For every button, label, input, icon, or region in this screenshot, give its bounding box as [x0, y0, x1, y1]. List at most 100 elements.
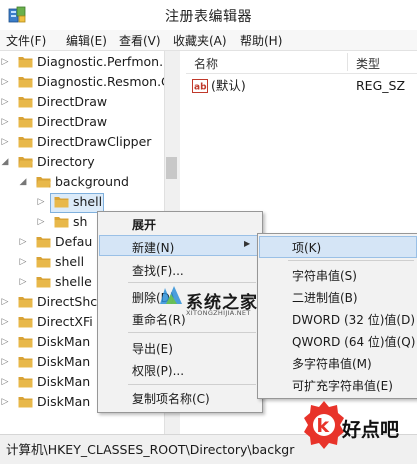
menu-item-new[interactable]: 新建(N)	[132, 239, 174, 256]
folder-icon	[36, 257, 51, 268]
tree-item-label: DirectXFi	[37, 314, 93, 329]
tree-item-label: shell	[73, 194, 103, 209]
collapsed-chevron-icon[interactable]: ▷	[0, 292, 10, 312]
menu-bar: 文件(F) 编辑(E) 查看(V) 收藏夹(A) 帮助(H)	[0, 30, 417, 51]
tree-item-label: shelle	[55, 274, 92, 289]
folder-icon	[36, 277, 51, 288]
menu-item-permissions[interactable]: 权限(P)...	[132, 362, 184, 379]
expanded-chevron-icon[interactable]: ◢	[0, 152, 10, 172]
tree-item-label: sh	[73, 214, 88, 229]
tree-item-label: DiskMan	[37, 334, 91, 349]
folder-icon	[18, 77, 33, 88]
expanded-chevron-icon[interactable]: ◢	[18, 172, 28, 192]
collapsed-chevron-icon[interactable]: ▷	[0, 372, 10, 392]
tree-scrollbar-thumb[interactable]	[166, 157, 177, 179]
submenu-item-dword[interactable]: DWORD (32 位)值(D)	[292, 311, 415, 328]
site-logo-text: 好点吧	[342, 419, 400, 441]
tree-item[interactable]: ▷ Diagnostic.Resmon.C	[2, 72, 179, 92]
folder-icon	[54, 217, 69, 228]
folder-icon	[18, 377, 33, 388]
menu-item-rename[interactable]: 重命名(R)	[132, 311, 186, 328]
submenu-item-string[interactable]: 字符串值(S)	[292, 267, 357, 284]
tree-item[interactable]: ◢ Directory	[2, 152, 179, 172]
menu-item-find[interactable]: 查找(F)...	[132, 262, 184, 279]
tree-item-label: DiskMan	[37, 374, 91, 389]
collapsed-chevron-icon[interactable]: ▷	[0, 112, 10, 132]
menu-separator	[128, 332, 256, 333]
collapsed-chevron-icon[interactable]: ▷	[36, 212, 46, 232]
folder-icon	[18, 137, 33, 148]
collapsed-chevron-icon[interactable]: ▷	[0, 392, 10, 412]
menu-file[interactable]: 文件(F)	[6, 32, 46, 49]
collapsed-chevron-icon[interactable]: ▷	[0, 132, 10, 152]
status-path: 计算机\HKEY_CLASSES_ROOT\Directory\backgr	[6, 442, 295, 457]
submenu-highlight	[259, 236, 417, 258]
menu-separator	[288, 260, 414, 261]
collapsed-chevron-icon[interactable]: ▷	[18, 252, 28, 272]
menu-item-export[interactable]: 导出(E)	[132, 340, 173, 357]
menu-help[interactable]: 帮助(H)	[240, 32, 282, 49]
gear-logo-icon: k	[304, 401, 344, 449]
collapsed-chevron-icon[interactable]: ▷	[18, 232, 28, 252]
menu-separator	[128, 384, 256, 385]
tree-item-label: DirectDrawClipper	[37, 134, 152, 149]
tree-item-label: DirectDraw	[37, 114, 108, 129]
tree-item-label: background	[55, 174, 129, 189]
collapsed-chevron-icon[interactable]: ▷	[0, 92, 10, 112]
tree-item[interactable]: ▷ DirectDraw	[2, 112, 179, 132]
window-title: 注册表编辑器	[165, 9, 252, 25]
menu-edit[interactable]: 编辑(E)	[66, 32, 107, 49]
list-header: 名称 类型	[186, 51, 417, 74]
tree-item-label: shell	[55, 254, 85, 269]
column-type-header[interactable]: 类型	[356, 55, 380, 72]
collapsed-chevron-icon[interactable]: ▷	[36, 192, 46, 212]
open-folder-icon	[18, 157, 33, 168]
collapsed-chevron-icon[interactable]: ▷	[0, 52, 10, 72]
value-type: REG_SZ	[356, 78, 406, 93]
value-name: (默认)	[211, 78, 246, 93]
tree-item-label: DiskMan	[37, 354, 91, 369]
folder-icon	[18, 397, 33, 408]
folder-icon	[18, 297, 33, 308]
menu-item-expand[interactable]: 展开	[132, 216, 156, 233]
folder-icon	[18, 317, 33, 328]
submenu-item-binary[interactable]: 二进制值(B)	[292, 289, 358, 306]
tree-item-label: Diagnostic.Perfmon.	[37, 54, 164, 69]
collapsed-chevron-icon[interactable]: ▷	[0, 352, 10, 372]
svg-text:ab: ab	[194, 83, 207, 93]
tree-item[interactable]: ▷ DirectDrawClipper	[2, 132, 179, 152]
open-folder-icon	[36, 177, 51, 188]
list-item[interactable]: ab (默认) REG_SZ	[192, 76, 417, 96]
tree-item-label: DirectShc	[37, 294, 98, 309]
collapsed-chevron-icon[interactable]: ▷	[0, 312, 10, 332]
tree-item[interactable]: ▷ DirectDraw	[2, 92, 179, 112]
tree-item-label: DirectDraw	[37, 94, 108, 109]
folder-icon	[18, 97, 33, 108]
tree-item[interactable]: ◢ background	[20, 172, 179, 192]
submenu-item-key[interactable]: 项(K)	[292, 239, 321, 256]
submenu-item-expandable-string[interactable]: 可扩充字符串值(E)	[292, 377, 393, 394]
column-name-header[interactable]: 名称	[194, 55, 218, 72]
tree-item-label: Diagnostic.Resmon.C	[37, 74, 170, 89]
tree-item-label: Defau	[55, 234, 93, 249]
submenu-item-qword[interactable]: QWORD (64 位)值(Q)	[292, 333, 415, 350]
watermark-url: XITONGZHIJIA.NET	[186, 309, 251, 317]
svg-text:k: k	[317, 415, 330, 437]
collapsed-chevron-icon[interactable]: ▷	[0, 332, 10, 352]
tree-item-label: Directory	[37, 154, 95, 169]
folder-icon	[18, 337, 33, 348]
tree-item[interactable]: ▷ shell	[38, 192, 179, 213]
submenu-item-multi-string[interactable]: 多字符串值(M)	[292, 355, 372, 372]
menu-favorites[interactable]: 收藏夹(A)	[173, 32, 227, 49]
tree-item-label: DiskMan	[37, 394, 91, 409]
menu-view[interactable]: 查看(V)	[119, 32, 161, 49]
menu-separator	[128, 282, 256, 283]
folder-icon	[18, 117, 33, 128]
collapsed-chevron-icon[interactable]: ▷	[0, 72, 10, 92]
tree-item[interactable]: ▷ Diagnostic.Perfmon.	[2, 52, 179, 72]
menu-item-copy-key-name[interactable]: 复制项名称(C)	[132, 390, 210, 407]
column-divider[interactable]	[347, 53, 348, 71]
collapsed-chevron-icon[interactable]: ▷	[18, 272, 28, 292]
ab-icon: ab	[192, 79, 208, 93]
folder-icon	[36, 237, 51, 248]
